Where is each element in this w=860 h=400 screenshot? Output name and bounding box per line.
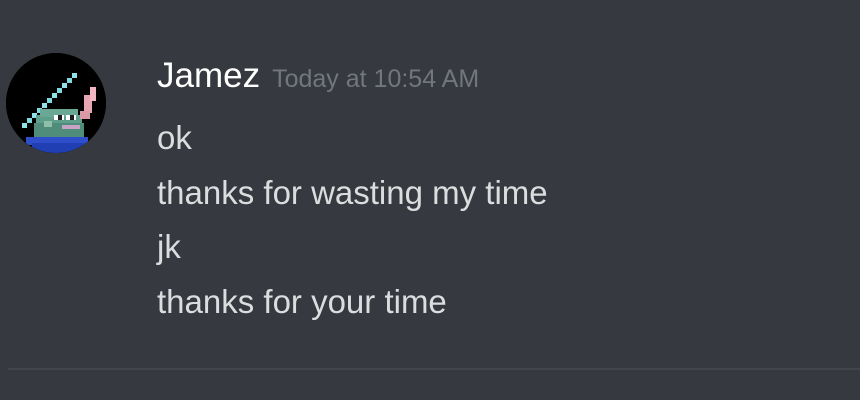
user-avatar[interactable] — [6, 53, 106, 153]
message-header: Jamez Today at 10:54 AM — [157, 56, 479, 102]
username[interactable]: Jamez — [157, 56, 260, 96]
message-text: thanks for wasting my time — [157, 173, 548, 211]
message-timestamp[interactable]: Today at 10:54 AM — [272, 65, 479, 94]
message-group: Jamez Today at 10:54 AM ok thanks for wa… — [0, 0, 860, 368]
message-divider — [8, 368, 860, 370]
message-text: ok — [157, 119, 192, 156]
message-list: ok thanks for wasting my time jk thanks … — [157, 111, 837, 329]
message-text: jk — [157, 228, 181, 265]
pixel-frog-avatar-icon — [6, 53, 106, 153]
message-text: thanks for your time — [157, 282, 447, 320]
